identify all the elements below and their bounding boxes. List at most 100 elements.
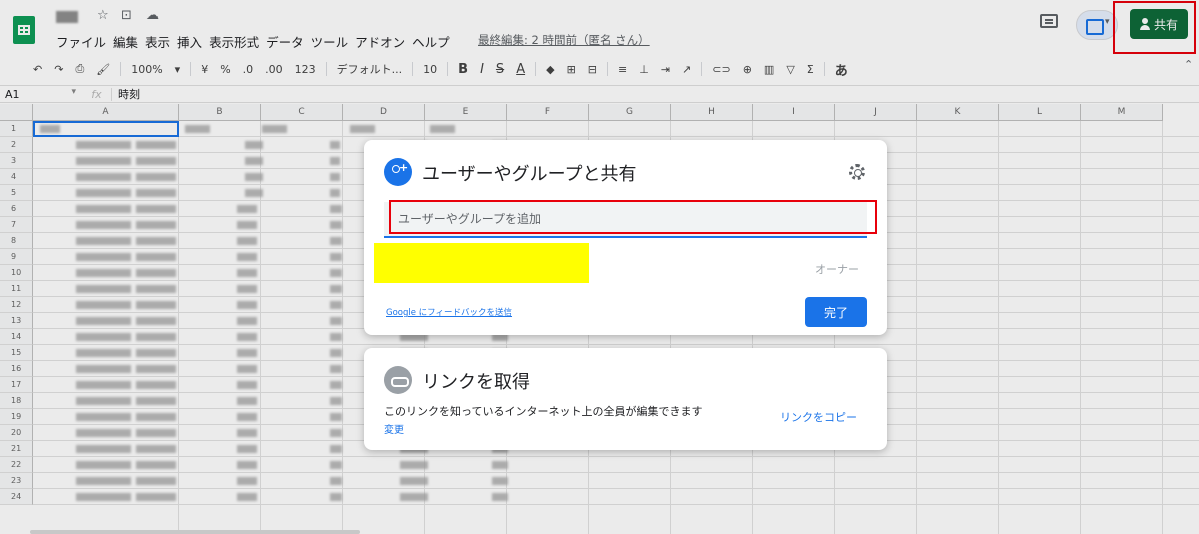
cloud-status-icon[interactable]: ☁ <box>146 8 159 23</box>
filter-icon[interactable]: ▽ <box>780 63 800 76</box>
functions-icon[interactable]: Σ <box>801 63 820 76</box>
menu-file[interactable]: ファイル <box>56 30 111 53</box>
menu-format[interactable]: 表示形式 <box>209 30 264 53</box>
move-folder-icon[interactable]: ⊡ <box>121 8 132 23</box>
horizontal-scrollbar[interactable] <box>30 530 360 534</box>
zoom-select[interactable]: 100% <box>125 63 168 76</box>
column-header-e[interactable]: E <box>425 104 507 121</box>
insert-comment-icon[interactable]: ⊕ <box>737 63 758 76</box>
last-edit-link[interactable]: 最終編集: 2 時間前（匿名 さん） <box>478 32 650 48</box>
menu-view[interactable]: 表示 <box>145 30 175 53</box>
row-header[interactable]: 11 <box>0 281 33 297</box>
percent-format-button[interactable]: % <box>214 63 236 76</box>
column-header-b[interactable]: B <box>179 104 261 121</box>
menu-data[interactable]: データ <box>266 30 309 53</box>
settings-gear-icon[interactable] <box>849 164 865 180</box>
row-header[interactable]: 14 <box>0 329 33 345</box>
row-header[interactable]: 12 <box>0 297 33 313</box>
horizontal-align-icon[interactable]: ≡ <box>612 63 633 76</box>
column-header-f[interactable]: F <box>507 104 589 121</box>
row-header[interactable]: 20 <box>0 425 33 441</box>
done-button[interactable]: 完了 <box>805 297 867 327</box>
fill-color-icon[interactable]: ◆ <box>540 63 560 76</box>
column-header-c[interactable]: C <box>261 104 343 121</box>
redacted-cell-content <box>330 301 342 309</box>
menu-help[interactable]: ヘルプ <box>412 30 455 53</box>
strikethrough-button[interactable]: S <box>490 62 510 77</box>
star-icon[interactable]: ☆ <box>97 8 109 23</box>
merge-cells-icon[interactable]: ⊟ <box>582 63 603 76</box>
redo-icon[interactable]: ↷ <box>48 63 69 76</box>
insert-link-icon[interactable]: ⊂⊃ <box>706 63 736 76</box>
text-color-button[interactable]: A <box>510 62 531 77</box>
vertical-align-icon[interactable]: ⊥ <box>633 63 655 76</box>
row-header[interactable]: 5 <box>0 185 33 201</box>
menu-edit[interactable]: 編集 <box>113 30 143 53</box>
italic-button[interactable]: I <box>474 62 490 77</box>
row-header[interactable]: 10 <box>0 265 33 281</box>
column-header-j[interactable]: J <box>835 104 917 121</box>
document-title-redacted[interactable] <box>56 11 78 23</box>
row-header[interactable]: 17 <box>0 377 33 393</box>
text-rotation-icon[interactable]: ↗ <box>676 63 697 76</box>
redacted-cell-content <box>430 125 455 133</box>
row-header[interactable]: 22 <box>0 457 33 473</box>
present-button[interactable] <box>1076 10 1118 40</box>
comment-history-icon[interactable] <box>1040 14 1058 28</box>
row-header[interactable]: 4 <box>0 169 33 185</box>
row-header[interactable]: 15 <box>0 345 33 361</box>
row-header[interactable]: 1 <box>0 121 33 137</box>
more-formats-button[interactable]: 123 <box>289 63 322 76</box>
row-header[interactable]: 3 <box>0 153 33 169</box>
row-header[interactable]: 2 <box>0 137 33 153</box>
redacted-cell-content <box>237 301 257 309</box>
print-icon[interactable]: ⎙ <box>69 62 90 76</box>
menu-tools[interactable]: ツール <box>311 30 354 53</box>
change-permission-link[interactable]: 変更 <box>384 421 404 436</box>
row-header[interactable]: 8 <box>0 233 33 249</box>
column-header-g[interactable]: G <box>589 104 671 121</box>
row-header[interactable]: 19 <box>0 409 33 425</box>
row-header[interactable]: 18 <box>0 393 33 409</box>
chevron-down-icon[interactable]: ▾ <box>169 63 187 76</box>
font-select[interactable]: デフォルト... <box>331 61 409 77</box>
borders-icon[interactable]: ⊞ <box>561 63 582 76</box>
column-header-h[interactable]: H <box>671 104 753 121</box>
decrease-decimal-button[interactable]: .0 <box>237 63 260 76</box>
insert-chart-icon[interactable]: ▥ <box>758 63 780 76</box>
name-box[interactable]: A1 <box>0 87 82 101</box>
column-header-m[interactable]: M <box>1081 104 1163 121</box>
row-header[interactable]: 16 <box>0 361 33 377</box>
collapse-toolbar-icon[interactable]: ⌃ <box>1184 58 1193 71</box>
currency-format-button[interactable]: ¥ <box>195 63 214 76</box>
column-header-a[interactable]: A <box>33 104 179 121</box>
row-header[interactable]: 23 <box>0 473 33 489</box>
add-people-input[interactable] <box>384 202 867 238</box>
redacted-cell-content <box>330 493 342 501</box>
menu-addons[interactable]: アドオン <box>355 30 410 53</box>
increase-decimal-button[interactable]: .00 <box>259 63 289 76</box>
paint-format-icon[interactable]: 🖌 <box>90 63 116 76</box>
row-header[interactable]: 7 <box>0 217 33 233</box>
redacted-cell-content <box>237 397 257 405</box>
select-all-corner[interactable] <box>0 104 33 121</box>
column-header-i[interactable]: I <box>753 104 835 121</box>
sheets-logo-icon[interactable] <box>13 16 35 44</box>
row-header[interactable]: 13 <box>0 313 33 329</box>
menu-insert[interactable]: 挿入 <box>177 30 207 53</box>
row-header[interactable]: 24 <box>0 489 33 505</box>
input-tools-button[interactable]: あ <box>829 60 854 79</box>
undo-icon[interactable]: ↶ <box>27 63 48 76</box>
copy-link-button[interactable]: リンクをコピー <box>780 409 857 425</box>
feedback-link[interactable]: Google にフィードバックを送信 <box>386 306 512 318</box>
row-header[interactable]: 6 <box>0 201 33 217</box>
font-size-select[interactable]: 10 <box>417 63 443 76</box>
formula-input[interactable]: 時刻 <box>118 86 140 102</box>
column-header-l[interactable]: L <box>999 104 1081 121</box>
column-header-d[interactable]: D <box>343 104 425 121</box>
row-header[interactable]: 21 <box>0 441 33 457</box>
column-header-k[interactable]: K <box>917 104 999 121</box>
bold-button[interactable]: B <box>452 62 474 77</box>
row-header[interactable]: 9 <box>0 249 33 265</box>
text-wrap-icon[interactable]: ⇥ <box>655 63 676 76</box>
